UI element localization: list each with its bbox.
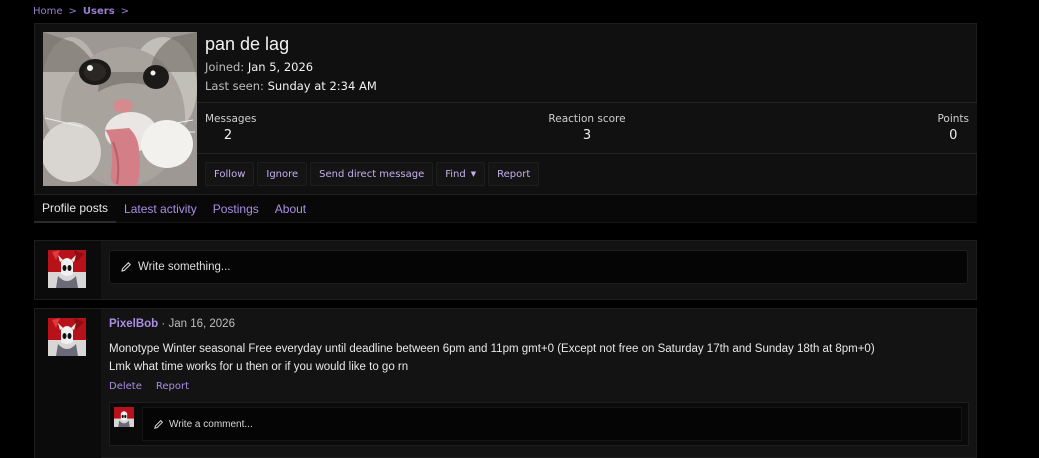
post-body-line: Monotype Winter seasonal Free everyday u… [109,343,875,355]
profile-avatar[interactable] [43,32,197,186]
post-header: PixelBob · Jan 16, 2026 [109,318,235,330]
caret-down-icon: ▼ [470,170,477,178]
current-user-avatar[interactable] [48,250,86,288]
profile-post: PixelBob · Jan 16, 2026 Monotype Winter … [34,308,977,458]
tab-postings[interactable]: Postings [205,195,267,223]
profile-actions: Follow Ignore Send direct message Find ▼… [205,162,540,186]
find-button[interactable]: Find ▼ [436,162,486,186]
knight-avatar-image [48,318,86,356]
tab-profile-posts[interactable]: Profile posts [34,195,117,223]
breadcrumb-home-link[interactable]: Home [33,6,63,17]
post-date[interactable]: Jan 16, 2026 [168,318,235,330]
profile-tabs: Profile posts Latest activity Postings A… [34,195,977,223]
chevron-right-icon: > [120,5,130,17]
profile-stats: Messages 2 Reaction score 3 Points 0 [197,102,977,154]
tab-latest-activity[interactable]: Latest activity [116,195,205,223]
joined-label: Joined: [205,60,245,74]
comment-box: Write a comment... [109,402,969,446]
stat-messages-label: Messages [205,113,257,125]
knight-avatar-image [114,407,134,427]
delete-post-link[interactable]: Delete [109,381,142,392]
report-profile-button[interactable]: Report [488,162,540,186]
stat-reaction-label: Reaction score [548,113,626,125]
write-something-input[interactable]: Write something... [109,250,968,284]
post-separator: · [161,318,166,330]
post-body: Monotype Winter seasonal Free everyday u… [109,340,875,376]
stat-messages-value: 2 [223,128,233,143]
post-actions: Delete Report [109,381,189,392]
post-author-avatar[interactable] [48,318,86,356]
breadcrumb: Home > Users > [33,4,129,18]
report-post-link[interactable]: Report [156,381,189,392]
new-post-avatar-column [35,241,101,299]
post-avatar-column [35,309,101,458]
write-comment-placeholder: Write a comment... [169,418,253,430]
stat-points[interactable]: Points 0 [937,113,969,143]
chevron-right-icon: > [68,5,77,17]
cat-avatar-image [43,32,197,186]
send-direct-message-button[interactable]: Send direct message [310,162,434,186]
last-seen-info: Last seen: Sunday at 2:34 AM [205,79,377,93]
joined-info: Joined: Jan 5, 2026 [205,60,313,74]
write-something-placeholder: Write something... [138,261,231,273]
last-seen-label: Last seen: [205,79,264,93]
stat-reaction-value: 3 [582,128,592,143]
last-seen-value: Sunday at 2:34 AM [267,79,377,93]
write-comment-input[interactable]: Write a comment... [142,407,962,441]
pencil-icon [121,262,131,272]
post-author-link[interactable]: PixelBob [109,318,158,330]
follow-button[interactable]: Follow [205,162,255,186]
ignore-button[interactable]: Ignore [257,162,308,186]
comment-user-avatar[interactable] [114,407,134,427]
profile-card: pan de lag Joined: Jan 5, 2026 Last seen… [34,23,977,195]
post-body-line: Lmk what time works for u then or if you… [109,361,409,373]
profile-username: pan de lag [205,34,290,54]
stat-messages[interactable]: Messages 2 [205,113,257,143]
breadcrumb-users-link[interactable]: Users [83,6,115,17]
find-label: Find [445,168,466,180]
new-profile-post: Write something... [34,240,977,300]
pencil-icon [154,419,164,429]
stat-points-value: 0 [949,128,958,143]
stat-points-label: Points [937,113,969,125]
knight-avatar-image [48,250,86,288]
stat-reaction-score[interactable]: Reaction score 3 [527,113,647,143]
joined-value: Jan 5, 2026 [247,60,314,74]
tab-about[interactable]: About [267,195,314,223]
